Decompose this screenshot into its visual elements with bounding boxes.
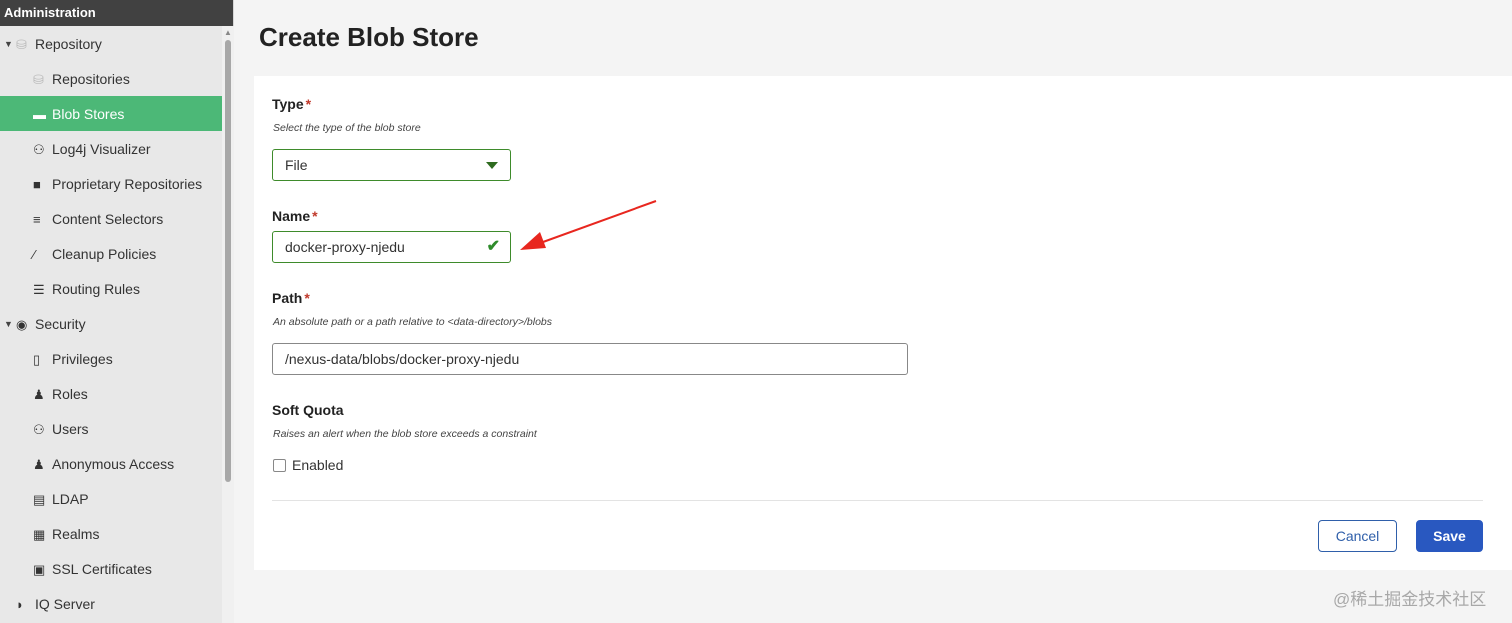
- sidebar-item-iq-server[interactable]: ◗ IQ Server: [0, 586, 222, 621]
- name-label: Name *: [272, 208, 318, 224]
- shield-icon: ◗: [16, 596, 24, 612]
- hard-drive-icon: ▬: [33, 106, 46, 122]
- type-select[interactable]: File: [272, 149, 511, 181]
- book-icon: ■: [33, 176, 41, 192]
- sidebar-item-label: Realms: [52, 525, 100, 542]
- annotation-arrow-icon: [520, 200, 657, 250]
- users-icon: ⚇: [33, 421, 45, 437]
- sidebar-item-realms[interactable]: ▦ Realms: [0, 516, 222, 551]
- path-label: Path *: [272, 290, 310, 306]
- sidebar-item-cleanup-policies[interactable]: ⁄ Cleanup Policies: [0, 236, 222, 271]
- sidebar-item-label: Anonymous Access: [52, 455, 175, 472]
- cancel-button[interactable]: Cancel: [1318, 520, 1397, 552]
- scroll-up-icon[interactable]: ▲: [224, 28, 232, 37]
- binoculars-icon: ⚇: [33, 141, 45, 157]
- name-input-value: docker-proxy-njedu: [285, 239, 405, 255]
- sidebar-item-label: Repositories: [52, 70, 130, 87]
- sidebar-item-label: Blob Stores: [52, 105, 125, 122]
- soft-quota-label: Soft Quota: [272, 402, 344, 418]
- path-help-text: An absolute path or a path relative to <…: [273, 316, 553, 328]
- sidebar-item-users[interactable]: ⚇ Users: [0, 411, 222, 446]
- layers-icon: ≡: [33, 211, 41, 227]
- sidebar-item-repository[interactable]: ▼ ⛁ Repository: [0, 26, 222, 61]
- admin-sidebar: Administration ▼ ⛁ Repository ⛁ Repositories…: [0, 0, 234, 623]
- path-input-value: /nexus-data/blobs/docker-proxy-njedu: [285, 351, 520, 367]
- sidebar-item-label: Cleanup Policies: [52, 245, 157, 262]
- type-help-text: Select the type of the blob store: [273, 122, 421, 134]
- watermark: @稀土掘金技术社区: [1333, 590, 1487, 609]
- sidebar-item-label: Proprietary Repositories: [52, 175, 203, 192]
- sidebar-item-repositories[interactable]: ⛁ Repositories: [0, 61, 222, 96]
- sidebar-item-label: Security: [35, 315, 86, 332]
- sidebar-item-label: Routing Rules: [52, 280, 140, 297]
- checkmark-icon: ✔: [486, 238, 500, 255]
- sidebar-item-content-selectors[interactable]: ≡ Content Selectors: [0, 201, 222, 236]
- sidebar-item-anonymous-access[interactable]: ♟ Anonymous Access: [0, 446, 222, 481]
- soft-quota-enabled-label[interactable]: Enabled: [292, 457, 343, 473]
- sidebar-item-ssl-certificates[interactable]: ▣ SSL Certificates: [0, 551, 222, 586]
- type-label: Type *: [272, 96, 312, 112]
- book-icon: ▤: [33, 491, 46, 507]
- form-divider: [272, 500, 1483, 501]
- caret-down-icon[interactable]: ▼: [4, 307, 16, 342]
- broom-icon: ⁄: [33, 246, 36, 262]
- sidebar-item-roles[interactable]: ♟ Roles: [0, 376, 222, 411]
- sidebar-item-security[interactable]: ▼ ◉ Security: [0, 306, 222, 341]
- sidebar-item-privileges[interactable]: ▯ Privileges: [0, 341, 222, 376]
- database-icon: ⛁: [16, 36, 27, 52]
- name-input[interactable]: docker-proxy-njedu ✔: [272, 231, 511, 263]
- id-card-icon: ▣: [33, 561, 46, 577]
- sidebar-scrollbar[interactable]: ▲: [222, 26, 234, 623]
- database-icon: ⛁: [33, 71, 44, 87]
- sidebar-header: Administration: [0, 0, 233, 26]
- soft-quota-enabled-checkbox[interactable]: [273, 459, 286, 472]
- user-gear-icon: ♟: [33, 386, 45, 402]
- type-select-value: File: [285, 157, 308, 173]
- sidebar-item-label: SSL Certificates: [52, 560, 152, 577]
- sidebar-item-label: IQ Server: [35, 595, 95, 612]
- scroll-thumb[interactable]: [225, 40, 231, 482]
- path-input[interactable]: /nexus-data/blobs/docker-proxy-njedu: [272, 343, 908, 375]
- sidebar-item-label: Content Selectors: [52, 210, 164, 227]
- sidebar-item-label: Log4j Visualizer: [52, 140, 151, 157]
- chevron-down-icon[interactable]: [486, 162, 498, 169]
- sidebar-item-ldap[interactable]: ▤ LDAP: [0, 481, 222, 516]
- sidebar-item-label: Roles: [52, 385, 88, 402]
- sidebar-item-label: Users: [52, 420, 89, 437]
- sidebar-item-proprietary-repositories[interactable]: ■ Proprietary Repositories: [0, 166, 222, 201]
- building-icon: ▦: [33, 526, 46, 542]
- signpost-icon: ☰: [33, 281, 45, 297]
- sidebar-nav: ▼ ⛁ Repository ⛁ Repositories ▬ Blob Stores ⚇ Lo…: [0, 26, 222, 621]
- user-icon: ♟: [33, 456, 45, 472]
- sidebar-item-label: Repository: [35, 35, 102, 52]
- eye-icon: ◉: [16, 316, 28, 332]
- save-button[interactable]: Save: [1416, 520, 1483, 552]
- badge-icon: ▯: [33, 351, 41, 367]
- blob-store-form: Type * Select the type of the blob store …: [254, 76, 1512, 570]
- caret-down-icon[interactable]: ▼: [4, 27, 16, 62]
- sidebar-item-blob-stores[interactable]: ▬ Blob Stores: [0, 96, 222, 131]
- sidebar-item-label: Privileges: [52, 350, 113, 367]
- sidebar-item-log4j-visualizer[interactable]: ⚇ Log4j Visualizer: [0, 131, 222, 166]
- sidebar-item-label: LDAP: [52, 490, 89, 507]
- soft-quota-help-text: Raises an alert when the blob store exce…: [273, 428, 537, 440]
- page-title: Create Blob Store: [259, 22, 479, 52]
- sidebar-item-routing-rules[interactable]: ☰ Routing Rules: [0, 271, 222, 306]
